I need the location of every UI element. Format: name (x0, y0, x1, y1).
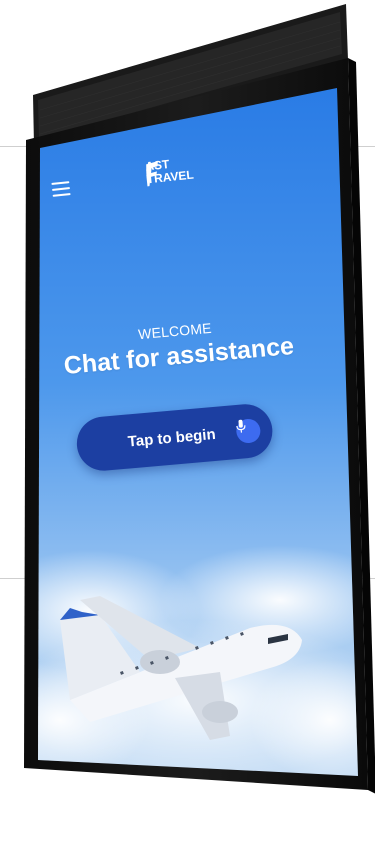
fast-travel-logo: AST TRAVEL (145, 156, 194, 187)
logo-mark-icon (146, 161, 158, 187)
kiosk-tablet: AST TRAVEL WELCOME Chat for assistance T… (0, 0, 375, 852)
mockup-stage: AST TRAVEL WELCOME Chat for assistance T… (0, 0, 375, 852)
microphone-icon[interactable] (235, 418, 262, 445)
hamburger-menu-icon[interactable] (51, 181, 71, 197)
tap-to-begin-label: Tap to begin (127, 425, 217, 451)
